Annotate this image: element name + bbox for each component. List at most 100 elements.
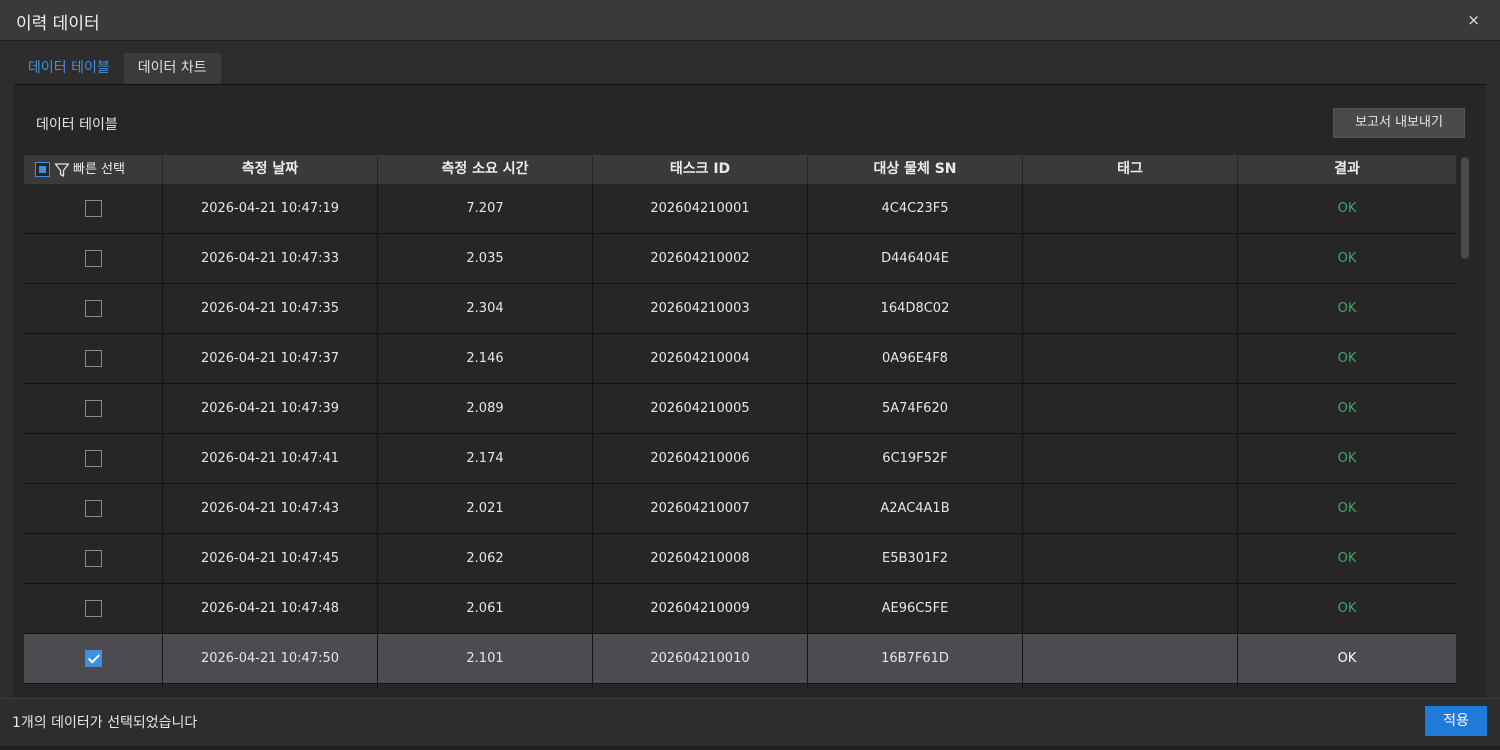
- table-row[interactable]: 2026-04-21 10:47:48 2.061 202604210009 AE96…: [24, 584, 1456, 634]
- data-table-panel: 데이터 테이블 보고서 내보내기 빠른 선택 측정 날짜 측정 소요 시간 태스…: [14, 85, 1486, 698]
- cell-tag: [1023, 334, 1238, 383]
- cell-duration: 2.304: [378, 284, 593, 333]
- cell-result: OK: [1337, 451, 1357, 466]
- cell-target-sn: 4C4C23F5: [808, 184, 1023, 233]
- header-task-id[interactable]: 태스크 ID: [593, 155, 808, 184]
- cell-tag: [1023, 634, 1238, 683]
- table-row[interactable]: 2026-04-21 10:47:39 2.089 202604210005 5A74…: [24, 384, 1456, 434]
- row-checkbox-cell: [24, 484, 163, 533]
- cell-measure-date: 2026-04-21 10:47:50: [163, 634, 378, 683]
- cell-tag: [1023, 384, 1238, 433]
- cell-duration: 7.207: [378, 184, 593, 233]
- cell-measure-date: 2026-04-21 10:47:43: [163, 484, 378, 533]
- table-row[interactable]: 2026-04-21 10:47:50 2.101 202604210010 16B7…: [24, 634, 1456, 684]
- header-select-cell: 빠른 선택: [24, 155, 163, 184]
- table-row-partial: [24, 684, 1456, 688]
- row-checkbox-cell: [24, 184, 163, 233]
- cell-target-sn: 6C19F52F: [808, 434, 1023, 483]
- row-checkbox[interactable]: [84, 600, 102, 617]
- cell-task-id: 202604210008: [593, 534, 808, 583]
- close-icon[interactable]: ×: [1467, 12, 1480, 28]
- apply-button[interactable]: 적용: [1425, 706, 1487, 736]
- cell-task-id: 202604210005: [593, 384, 808, 433]
- window-title: 이력 데이터: [16, 14, 100, 34]
- cell-tag: [1023, 234, 1238, 283]
- table-body: 2026-04-21 10:47:19 7.207 202604210001 4C4C…: [24, 184, 1456, 684]
- cell-measure-date: 2026-04-21 10:47:35: [163, 284, 378, 333]
- table-row[interactable]: 2026-04-21 10:47:41 2.174 202604210006 6C19…: [24, 434, 1456, 484]
- row-checkbox-cell: [24, 334, 163, 383]
- scrollbar-thumb[interactable]: [1461, 157, 1469, 259]
- cell-duration: 2.174: [378, 434, 593, 483]
- row-checkbox-cell: [24, 434, 163, 483]
- tab-data-table[interactable]: 데이터 테이블: [14, 53, 124, 84]
- table-row[interactable]: 2026-04-21 10:47:37 2.146 202604210004 0A96…: [24, 334, 1456, 384]
- header-result[interactable]: 결과: [1238, 155, 1456, 184]
- row-checkbox[interactable]: [84, 400, 102, 417]
- cell-tag: [1023, 484, 1238, 533]
- row-checkbox[interactable]: [84, 450, 102, 467]
- cell-target-sn: 0A96E4F8: [808, 334, 1023, 383]
- cell-measure-date: 2026-04-21 10:47:19: [163, 184, 378, 233]
- cell-duration: 2.062: [378, 534, 593, 583]
- row-checkbox-cell: [24, 634, 163, 683]
- cell-tag: [1023, 434, 1238, 483]
- cell-duration: 2.146: [378, 334, 593, 383]
- cell-duration: 2.089: [378, 384, 593, 433]
- cell-duration: 2.101: [378, 634, 593, 683]
- cell-target-sn: 16B7F61D: [808, 634, 1023, 683]
- row-checkbox[interactable]: [84, 500, 102, 517]
- header-tag[interactable]: 태그: [1023, 155, 1238, 184]
- row-checkbox[interactable]: [84, 300, 102, 317]
- cell-result: OK: [1337, 201, 1357, 216]
- cell-result: OK: [1337, 351, 1357, 366]
- cell-target-sn: A2AC4A1B: [808, 484, 1023, 533]
- cell-task-id: 202604210001: [593, 184, 808, 233]
- footer-divider: [0, 698, 1500, 699]
- header-target-sn[interactable]: 대상 물체 SN: [808, 155, 1023, 184]
- cell-task-id: 202604210004: [593, 334, 808, 383]
- selection-status: 1개의 데이터가 선택되었습니다: [12, 715, 198, 731]
- filter-icon[interactable]: [54, 162, 70, 178]
- cell-task-id: 202604210007: [593, 484, 808, 533]
- row-checkbox[interactable]: [84, 650, 102, 667]
- cell-target-sn: 164D8C02: [808, 284, 1023, 333]
- cell-target-sn: 5A74F620: [808, 384, 1023, 433]
- cell-task-id: 202604210006: [593, 434, 808, 483]
- cell-task-id: 202604210003: [593, 284, 808, 333]
- cell-tag: [1023, 584, 1238, 633]
- table-row[interactable]: 2026-04-21 10:47:43 2.021 202604210007 A2AC…: [24, 484, 1456, 534]
- header-measure-date[interactable]: 측정 날짜: [163, 155, 378, 184]
- cell-task-id: 202604210009: [593, 584, 808, 633]
- row-checkbox-cell: [24, 384, 163, 433]
- table-row[interactable]: 2026-04-21 10:47:33 2.035 202604210002 D446…: [24, 234, 1456, 284]
- row-checkbox[interactable]: [84, 550, 102, 567]
- title-bar: 이력 데이터 ×: [0, 0, 1500, 41]
- cell-measure-date: 2026-04-21 10:47:45: [163, 534, 378, 583]
- table-row[interactable]: 2026-04-21 10:47:19 7.207 202604210001 4C4C…: [24, 184, 1456, 234]
- vertical-scrollbar[interactable]: [1460, 156, 1470, 689]
- cell-target-sn: D446404E: [808, 234, 1023, 283]
- section-title: 데이터 테이블: [36, 117, 118, 133]
- cell-duration: 2.021: [378, 484, 593, 533]
- cell-task-id: 202604210002: [593, 234, 808, 283]
- cell-result: OK: [1337, 401, 1357, 416]
- table-header: 빠른 선택 측정 날짜 측정 소요 시간 태스크 ID 대상 물체 SN 태그 …: [24, 155, 1456, 184]
- row-checkbox[interactable]: [84, 350, 102, 367]
- cell-duration: 2.061: [378, 584, 593, 633]
- table-row[interactable]: 2026-04-21 10:47:35 2.304 202604210003 164D…: [24, 284, 1456, 334]
- tab-data-chart[interactable]: 데이터 차트: [123, 53, 221, 84]
- row-checkbox[interactable]: [84, 200, 102, 217]
- export-report-button[interactable]: 보고서 내보내기: [1333, 108, 1465, 138]
- cell-measure-date: 2026-04-21 10:47:39: [163, 384, 378, 433]
- row-checkbox[interactable]: [84, 250, 102, 267]
- table-row[interactable]: 2026-04-21 10:47:45 2.062 202604210008 E5B3…: [24, 534, 1456, 584]
- row-checkbox-cell: [24, 284, 163, 333]
- cell-target-sn: AE96C5FE: [808, 584, 1023, 633]
- history-table: 빠른 선택 측정 날짜 측정 소요 시간 태스크 ID 대상 물체 SN 태그 …: [24, 155, 1456, 688]
- quick-select-label[interactable]: 빠른 선택: [73, 155, 125, 184]
- header-duration[interactable]: 측정 소요 시간: [378, 155, 593, 184]
- cell-target-sn: E5B301F2: [808, 534, 1023, 583]
- cell-task-id: 202604210010: [593, 634, 808, 683]
- select-all-checkbox[interactable]: [35, 162, 50, 177]
